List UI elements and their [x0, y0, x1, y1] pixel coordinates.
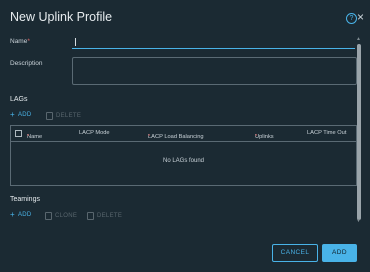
column-balancing-label: LACP Load Balancing — [148, 134, 204, 140]
lags-grid: Name * LACP Mode LACP Load Balancing * Upl… — [10, 125, 357, 186]
teamings-add-label: ADD — [17, 212, 32, 218]
lags-delete-label: DELETE — [56, 113, 82, 119]
new-uplink-profile-dialog: New Uplink Profile ? × Name* Description… — [0, 0, 370, 272]
teamings-clone-label: CLONE — [55, 213, 78, 219]
close-icon[interactable]: × — [357, 10, 364, 24]
scroll-down-icon[interactable]: ▼ — [356, 218, 361, 224]
name-label: Name* — [10, 38, 30, 45]
required-mark: * — [27, 134, 30, 140]
lags-add-button[interactable]: + ADD — [10, 110, 32, 119]
plus-icon: + — [10, 210, 15, 219]
column-lacp-mode[interactable]: LACP Mode — [79, 130, 110, 136]
description-label: Description — [10, 60, 43, 67]
lags-grid-header: Name * LACP Mode LACP Load Balancing * Upl… — [11, 126, 356, 142]
lags-empty-message: No LAGs found — [162, 158, 205, 164]
dialog-scrollbar[interactable]: ▲ ▼ — [356, 36, 362, 224]
cancel-button[interactable]: CANCEL — [272, 244, 318, 262]
required-mark: * — [148, 134, 151, 140]
dialog-title: New Uplink Profile — [10, 10, 113, 24]
plus-icon: + — [10, 110, 15, 119]
description-input[interactable] — [72, 57, 357, 85]
trash-icon — [46, 112, 53, 120]
lags-delete-button[interactable]: DELETE — [46, 112, 81, 120]
teamings-section-title: Teamings — [10, 196, 40, 203]
teamings-delete-label: DELETE — [97, 213, 123, 219]
required-mark: * — [27, 38, 30, 45]
text-caret — [75, 38, 76, 46]
teamings-add-button[interactable]: + ADD — [10, 210, 32, 219]
teamings-clone-button[interactable]: CLONE — [45, 212, 77, 220]
name-label-text: Name — [10, 38, 28, 45]
trash-icon — [87, 212, 94, 220]
teamings-delete-button[interactable]: DELETE — [87, 212, 122, 220]
clone-icon — [45, 212, 52, 220]
lags-add-label: ADD — [17, 112, 32, 118]
select-all-checkbox[interactable] — [15, 130, 22, 137]
add-button[interactable]: ADD — [322, 244, 357, 262]
scroll-up-icon[interactable]: ▲ — [356, 36, 361, 42]
required-mark: * — [255, 134, 258, 140]
lags-section-title: LAGs — [10, 96, 28, 103]
column-uplinks-label: Uplinks — [255, 134, 274, 140]
column-lacp-time-out[interactable]: LACP Time Out — [307, 130, 346, 136]
scrollbar-thumb[interactable] — [357, 44, 361, 220]
name-input[interactable] — [72, 36, 355, 49]
column-name-label: Name — [27, 134, 43, 140]
help-icon[interactable]: ? — [346, 13, 357, 24]
